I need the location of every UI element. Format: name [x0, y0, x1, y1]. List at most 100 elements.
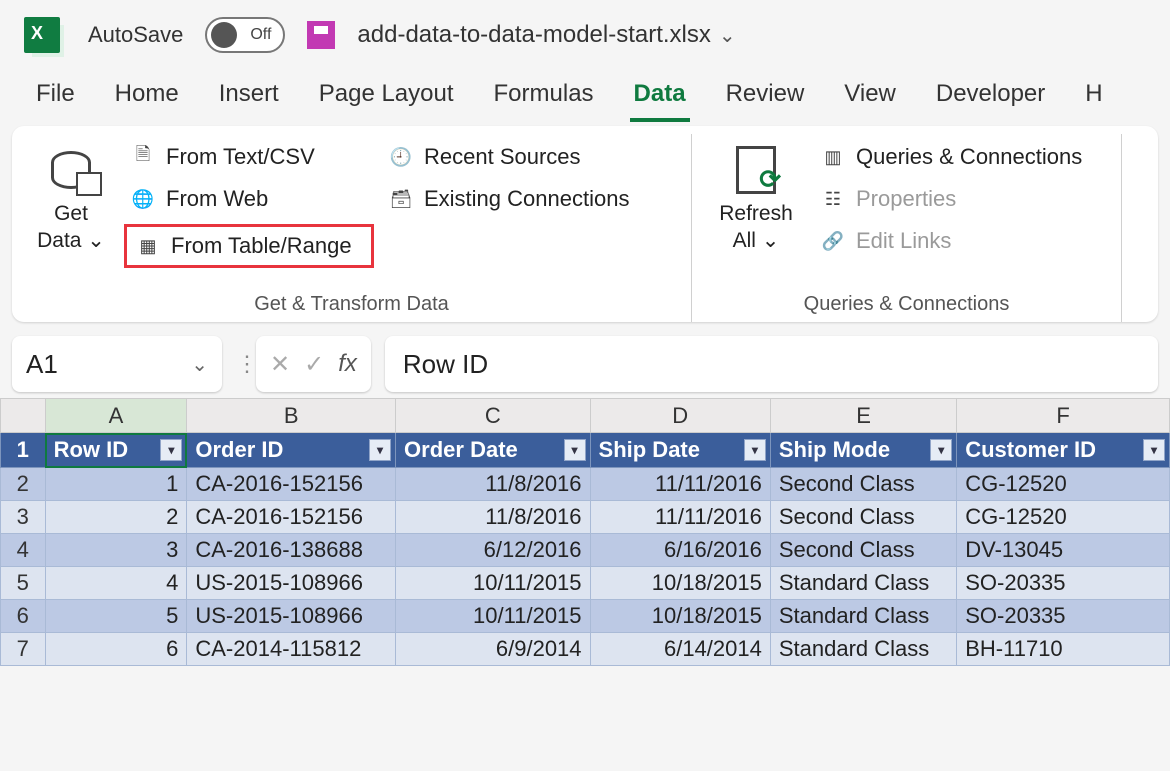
- cell[interactable]: Standard Class: [770, 600, 956, 633]
- name-box[interactable]: A1 ⌄: [12, 336, 222, 392]
- cell[interactable]: 11/11/2016: [590, 501, 770, 534]
- cell[interactable]: 6/9/2014: [396, 633, 590, 666]
- table-row[interactable]: 2 1 CA-2016-152156 11/8/2016 11/11/2016 …: [1, 468, 1170, 501]
- cell[interactable]: 4: [45, 567, 187, 600]
- row-header-5[interactable]: 5: [1, 567, 46, 600]
- cell[interactable]: 2: [45, 501, 187, 534]
- col-header-d[interactable]: D: [590, 399, 770, 433]
- cell[interactable]: BH-11710: [957, 633, 1170, 666]
- cell[interactable]: 11/8/2016: [396, 468, 590, 501]
- col-header-e[interactable]: E: [770, 399, 956, 433]
- filter-icon[interactable]: ▾: [744, 439, 766, 461]
- col-header-c[interactable]: C: [396, 399, 590, 433]
- row-header-6[interactable]: 6: [1, 600, 46, 633]
- tab-file[interactable]: File: [32, 74, 79, 122]
- cell[interactable]: CA-2016-152156: [187, 501, 396, 534]
- header-ship-mode[interactable]: Ship Mode▾: [770, 433, 956, 468]
- cell[interactable]: CA-2014-115812: [187, 633, 396, 666]
- tab-insert[interactable]: Insert: [215, 74, 283, 122]
- cell[interactable]: 6/12/2016: [396, 534, 590, 567]
- cell[interactable]: 6/14/2014: [590, 633, 770, 666]
- cell[interactable]: CG-12520: [957, 468, 1170, 501]
- tab-page-layout[interactable]: Page Layout: [315, 74, 458, 122]
- cell[interactable]: Second Class: [770, 501, 956, 534]
- properties-button[interactable]: ☷ Properties: [814, 182, 1088, 216]
- table-row[interactable]: 5 4 US-2015-108966 10/11/2015 10/18/2015…: [1, 567, 1170, 600]
- recent-sources-button[interactable]: 🕘 Recent Sources: [382, 140, 635, 174]
- cell[interactable]: 3: [45, 534, 187, 567]
- fx-icon[interactable]: fx: [338, 350, 357, 378]
- header-customer-id[interactable]: Customer ID ▾: [957, 433, 1170, 468]
- cell[interactable]: US-2015-108966: [187, 600, 396, 633]
- cell[interactable]: CA-2016-138688: [187, 534, 396, 567]
- tab-formulas[interactable]: Formulas: [490, 74, 598, 122]
- header-order-date[interactable]: Order Date▾: [396, 433, 590, 468]
- tab-home[interactable]: Home: [111, 74, 183, 122]
- header-customer-id-label: Customer ID: [965, 437, 1096, 462]
- cell[interactable]: DV-13045: [957, 534, 1170, 567]
- save-icon[interactable]: [307, 21, 335, 49]
- table-row[interactable]: 4 3 CA-2016-138688 6/12/2016 6/16/2016 S…: [1, 534, 1170, 567]
- filter-icon[interactable]: ▾: [564, 439, 586, 461]
- enter-icon[interactable]: ✓: [304, 350, 324, 379]
- row-header-7[interactable]: 7: [1, 633, 46, 666]
- cancel-icon[interactable]: ✕: [270, 350, 290, 379]
- header-ship-date[interactable]: Ship Date▾: [590, 433, 770, 468]
- cell[interactable]: 6/16/2016: [590, 534, 770, 567]
- cell[interactable]: Standard Class: [770, 633, 956, 666]
- from-table-range-button[interactable]: ▦ From Table/Range: [124, 224, 374, 268]
- namebox-dropdown-icon[interactable]: ⌄: [191, 352, 208, 377]
- cell[interactable]: 11/8/2016: [396, 501, 590, 534]
- from-web-button[interactable]: 🌐 From Web: [124, 182, 374, 216]
- filter-icon[interactable]: ▾: [369, 439, 391, 461]
- col-header-a[interactable]: A: [45, 399, 187, 433]
- workbook-filename[interactable]: add-data-to-data-model-start.xlsx ⌄: [357, 21, 735, 49]
- get-data-button[interactable]: GetData ⌄: [26, 140, 116, 268]
- cell[interactable]: Second Class: [770, 534, 956, 567]
- filter-icon[interactable]: ▾: [1143, 439, 1165, 461]
- select-all-corner[interactable]: [1, 399, 46, 433]
- formula-input[interactable]: Row ID: [385, 336, 1158, 392]
- cell[interactable]: 10/11/2015: [396, 600, 590, 633]
- worksheet-grid[interactable]: A B C D E F 1 Row ID▾ Order ID▾ Order Da…: [0, 398, 1170, 666]
- from-text-csv-button[interactable]: 🗎 From Text/CSV: [124, 140, 374, 174]
- tab-data[interactable]: Data: [630, 74, 690, 122]
- table-row[interactable]: 6 5 US-2015-108966 10/11/2015 10/18/2015…: [1, 600, 1170, 633]
- edit-links-button[interactable]: 🔗 Edit Links: [814, 224, 1088, 258]
- tab-review[interactable]: Review: [722, 74, 809, 122]
- queries-connections-button[interactable]: ▥ Queries & Connections: [814, 140, 1088, 174]
- tab-help[interactable]: H: [1081, 74, 1106, 122]
- cell[interactable]: Second Class: [770, 468, 956, 501]
- cell[interactable]: SO-20335: [957, 567, 1170, 600]
- header-row-id[interactable]: Row ID▾: [45, 433, 187, 468]
- table-row[interactable]: 3 2 CA-2016-152156 11/8/2016 11/11/2016 …: [1, 501, 1170, 534]
- filter-icon[interactable]: ▾: [930, 439, 952, 461]
- cell[interactable]: CA-2016-152156: [187, 468, 396, 501]
- row-header-1[interactable]: 1: [1, 433, 46, 468]
- tab-view[interactable]: View: [840, 74, 900, 122]
- cell[interactable]: 6: [45, 633, 187, 666]
- table-row[interactable]: 7 6 CA-2014-115812 6/9/2014 6/14/2014 St…: [1, 633, 1170, 666]
- cell[interactable]: US-2015-108966: [187, 567, 396, 600]
- filter-icon[interactable]: ▾: [160, 439, 182, 461]
- header-order-id[interactable]: Order ID▾: [187, 433, 396, 468]
- cell[interactable]: 10/18/2015: [590, 567, 770, 600]
- links-icon: 🔗: [820, 228, 846, 254]
- cell[interactable]: 11/11/2016: [590, 468, 770, 501]
- cell[interactable]: 10/11/2015: [396, 567, 590, 600]
- cell[interactable]: Standard Class: [770, 567, 956, 600]
- existing-connections-button[interactable]: 🗃 Existing Connections: [382, 182, 635, 216]
- cell[interactable]: CG-12520: [957, 501, 1170, 534]
- cell[interactable]: SO-20335: [957, 600, 1170, 633]
- cell[interactable]: 10/18/2015: [590, 600, 770, 633]
- cell[interactable]: 5: [45, 600, 187, 633]
- col-header-f[interactable]: F: [957, 399, 1170, 433]
- row-header-4[interactable]: 4: [1, 534, 46, 567]
- autosave-toggle[interactable]: Off: [205, 17, 285, 53]
- row-header-2[interactable]: 2: [1, 468, 46, 501]
- tab-developer[interactable]: Developer: [932, 74, 1049, 122]
- row-header-3[interactable]: 3: [1, 501, 46, 534]
- refresh-all-button[interactable]: RefreshAll ⌄: [706, 140, 806, 258]
- cell[interactable]: 1: [45, 468, 187, 501]
- col-header-b[interactable]: B: [187, 399, 396, 433]
